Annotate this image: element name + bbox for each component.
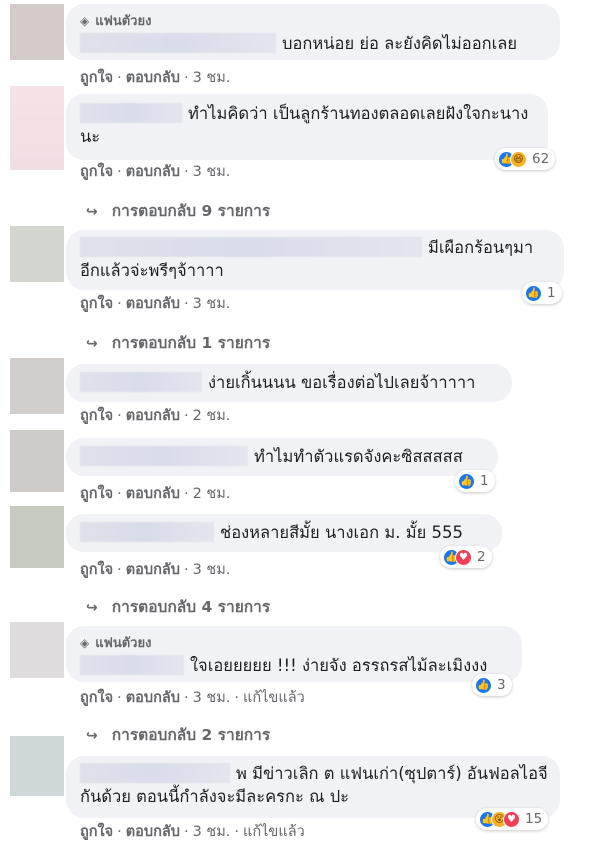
reaction-summary[interactable]: 👍 1 [455,470,495,492]
timestamp[interactable]: 3 ชม. [193,824,231,840]
edited-label[interactable]: แก้ไขแล้ว [243,824,305,840]
blurred-name [80,763,230,783]
top-fan-badge: ◈ แฟนตัวยง [80,635,152,652]
like-icon: 👍 [475,676,492,694]
like-link[interactable]: ถูกใจ [80,164,113,180]
timestamp[interactable]: 3 ชม. [193,562,231,578]
reply-link[interactable]: ตอบกลับ [126,690,180,706]
reply-link[interactable]: ตอบกลับ [126,562,180,578]
love-icon: ♥ [455,548,472,566]
comment-actions: ถูกใจ · ตอบกลับ · 3 ชม. [80,164,231,180]
comment-text: บอกหน่อย ย่อ ละยังคิดไม่ออกเลย [80,32,546,55]
blurred-name [80,522,214,542]
avatar[interactable] [10,506,64,568]
comment-actions: ถูกใจ · ตอบกลับ · 2 ชม. [80,408,231,424]
like-link[interactable]: ถูกใจ [80,408,113,424]
timestamp[interactable]: 2 ชม. [193,408,231,424]
comment-bubble: มีเผือกร้อนๆมาอีกแล้วจ่ะพรีๆจ้าาาา [66,230,564,290]
reply-link[interactable]: ตอบกลับ [126,408,180,424]
reply-link[interactable]: ตอบกลับ [126,824,180,840]
comment-actions: ถูกใจ · ตอบกลับ · 3 ชม. · แก้ไขแล้ว [80,690,305,706]
avatar[interactable] [10,358,64,414]
view-replies-link[interactable]: ↪ การตอบกลับ 2 รายการ [86,722,270,747]
like-link[interactable]: ถูกใจ [80,70,113,86]
reply-link[interactable]: ตอบกลับ [126,70,180,86]
view-replies-link[interactable]: ↪ การตอบกลับ 1 รายการ [86,330,270,355]
diamond-icon: ◈ [80,635,90,650]
like-icon: 👍 [458,472,475,490]
comment-bubble: ◈ แฟนตัวยง บอกหน่อย ย่อ ละยังคิดไม่ออกเลย [66,4,560,60]
like-icon: 👍 [525,284,542,302]
reaction-summary[interactable]: 👍 3 [472,674,512,696]
timestamp[interactable]: 3 ชม. [193,296,231,312]
timestamp[interactable]: 3 ชม. [193,164,231,180]
avatar[interactable] [10,226,64,282]
timestamp[interactable]: 3 ชม. [193,70,231,86]
reply-link[interactable]: ตอบกลับ [126,296,180,312]
edited-label[interactable]: แก้ไขแล้ว [243,690,305,706]
like-link[interactable]: ถูกใจ [80,486,113,502]
avatar[interactable] [10,736,64,796]
comment-bubble: ทำไมทำตัวแรดจังคะซิสสสสส [66,438,498,476]
haha-icon: 😆 [510,150,527,168]
like-link[interactable]: ถูกใจ [80,824,113,840]
view-replies-link[interactable]: ↪ การตอบกลับ 9 รายการ [86,198,270,223]
comment-text: ช่องหลายสีมั้ย นางเอก ม. มั้ย 555 [80,521,488,544]
blurred-name [80,446,248,466]
avatar[interactable] [10,430,64,492]
blurred-name [80,655,184,675]
comment-text: พ มีข่าวเลิก ต แฟนเก่า(ซุปตาร์) อันฟอลไอ… [80,763,548,806]
comment-bubble: ง่ายเกิ้นนนน ขอเรื่องต่อไปเลยจ้าาาาา [66,364,512,402]
like-link[interactable]: ถูกใจ [80,690,113,706]
comment-text: มีเผือกร้อนๆมาอีกแล้วจ่ะพรีๆจ้าาาา [80,237,534,280]
blurred-name [80,103,182,123]
reaction-summary[interactable]: 👍 😆 62 [495,148,556,170]
comment-bubble: ทำไมคิดว่า เป็นลูกร้านทองตลอดเลยฝังใจกะน… [66,94,548,160]
comment-actions: ถูกใจ · ตอบกลับ · 3 ชม. · แก้ไขแล้ว [80,824,305,840]
love-icon: ♥ [503,810,520,828]
diamond-icon: ◈ [80,13,90,28]
comment-text: ใจเอยยยยย !!! ง่ายจัง อรรถรสไม้ละเมิงงง [80,654,508,677]
comment-actions: ถูกใจ · ตอบกลับ · 2 ชม. [80,486,231,502]
reply-arrow-icon: ↪ [86,336,98,352]
avatar[interactable] [10,4,64,60]
like-link[interactable]: ถูกใจ [80,562,113,578]
timestamp[interactable]: 2 ชม. [193,486,231,502]
reply-arrow-icon: ↪ [86,204,98,220]
reaction-summary[interactable]: 👍 😮 ♥ 15 [476,808,549,830]
timestamp[interactable]: 3 ชม. [193,690,231,706]
avatar[interactable] [10,86,64,170]
comment-text: ทำไมทำตัวแรดจังคะซิสสสสส [80,445,484,468]
blurred-name [80,372,202,392]
comment-actions: ถูกใจ · ตอบกลับ · 3 ชม. [80,562,231,578]
like-link[interactable]: ถูกใจ [80,296,113,312]
view-replies-link[interactable]: ↪ การตอบกลับ 4 รายการ [86,594,270,619]
comment-actions: ถูกใจ · ตอบกลับ · 3 ชม. [80,70,231,86]
reply-arrow-icon: ↪ [86,600,98,616]
comment-text: ทำไมคิดว่า เป็นลูกร้านทองตลอดเลยฝังใจกะน… [80,103,529,146]
reaction-summary[interactable]: 👍 1 [522,282,562,304]
blurred-name [80,237,422,257]
blurred-name [80,33,276,53]
top-fan-badge: ◈ แฟนตัวยง [80,13,152,30]
reply-link[interactable]: ตอบกลับ [126,164,180,180]
comment-actions: ถูกใจ · ตอบกลับ · 3 ชม. [80,296,231,312]
comment-text: ง่ายเกิ้นนนน ขอเรื่องต่อไปเลยจ้าาาาา [80,371,498,394]
avatar[interactable] [10,622,64,678]
comment-bubble: ช่องหลายสีมั้ย นางเอก ม. มั้ย 555 [66,514,502,552]
reply-arrow-icon: ↪ [86,728,98,744]
reply-link[interactable]: ตอบกลับ [126,486,180,502]
reaction-summary[interactable]: 👍 ♥ 2 [440,546,492,568]
comment-bubble: ◈ แฟนตัวยง ใจเอยยยยย !!! ง่ายจัง อรรถรสไม… [66,626,522,682]
